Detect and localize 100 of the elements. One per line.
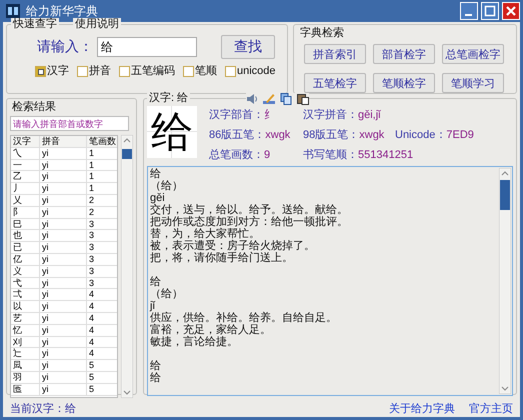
table-cell: 已 bbox=[11, 242, 40, 253]
table-cell-text: 5 bbox=[88, 372, 96, 383]
definition-line: 敏捷，言论给捷。 bbox=[150, 336, 239, 348]
checkbox[interactable] bbox=[225, 66, 236, 77]
search-mode-button[interactable]: 部首检字 bbox=[373, 44, 435, 64]
definition-line: 给 bbox=[150, 360, 162, 372]
table-cell-text: 1 bbox=[88, 148, 96, 159]
link[interactable]: 官方主页 bbox=[469, 400, 513, 416]
table-cell: 阝 bbox=[11, 206, 40, 218]
field-value: xwgk bbox=[359, 129, 384, 141]
field-label: 汉字拼音： bbox=[303, 109, 358, 121]
filter-field[interactable]: 请输入拼音部首或数字 bbox=[10, 116, 129, 131]
table-cell: yi bbox=[40, 230, 87, 242]
field-value: 纟 bbox=[264, 109, 275, 121]
table-cell: 刈 bbox=[11, 336, 40, 348]
table-cell: yi bbox=[40, 312, 87, 324]
table-cell-text: 4 bbox=[88, 289, 96, 300]
table-cell: yi bbox=[40, 384, 87, 395]
search-button[interactable]: 查找 bbox=[221, 35, 275, 59]
table-cell: 弌 bbox=[11, 289, 40, 300]
help-tab[interactable]: 使用说明 bbox=[73, 18, 121, 31]
table-cell: yi bbox=[40, 242, 87, 253]
table-cell: yi bbox=[40, 194, 87, 206]
group-title: 快速查字 bbox=[11, 18, 59, 31]
link[interactable]: 关于给力字典 bbox=[389, 400, 455, 416]
definition-text-area[interactable]: 给 （给） gěi 交付，送与，给以。给予。送给。献给。 把动作或态度加到对方：给他一顿批评。 替，为，给大家帮忙。 被，表示遭受：房子给火烧掉了。 把，将，请你随手给门送上。 给 （给） jǐ 供应，供给。补给。给养。自给自足。 富裕，充足，家给人足。 敏捷，言论给捷。 给 给 bbox=[147, 166, 513, 396]
checkbox-label: 汉字 bbox=[47, 65, 69, 78]
group-title: 字典检索 bbox=[298, 27, 346, 40]
table-cell-text: 3 bbox=[88, 266, 96, 277]
table-cell: 弋 bbox=[11, 278, 40, 288]
search-mode-button[interactable]: 笔顺学习 bbox=[442, 73, 504, 93]
table-cell-text: 2 bbox=[88, 194, 96, 206]
table-cell: 匜 bbox=[11, 384, 40, 395]
checkbox[interactable] bbox=[119, 66, 130, 77]
pencil-icon[interactable] bbox=[263, 92, 276, 104]
group-title: 检索结果 bbox=[10, 101, 58, 114]
table-cell-text: 4 bbox=[88, 301, 96, 312]
table-cell: yi bbox=[40, 301, 87, 312]
table-cell: yi bbox=[40, 266, 87, 277]
table-cell: yi bbox=[40, 372, 87, 383]
definition-line: 交付，送与，给以。给予。送给。献给。 bbox=[150, 204, 349, 216]
field-value: 551341251 bbox=[358, 149, 414, 161]
definition-line: （给） bbox=[150, 180, 184, 192]
table-cell: 辷 bbox=[11, 348, 40, 360]
input-field[interactable]: 给 bbox=[97, 37, 197, 57]
field-value: gěi,jǐ bbox=[358, 109, 381, 121]
definition-line: 把动作或态度加到对方：给他一顿批评。 bbox=[150, 216, 349, 228]
checkbox[interactable] bbox=[183, 66, 194, 77]
copy-icon[interactable] bbox=[280, 92, 292, 104]
minimize-icon[interactable] bbox=[460, 2, 478, 20]
field-value: 9 bbox=[264, 149, 270, 161]
search-mode-button[interactable]: 五笔检字 bbox=[304, 73, 366, 93]
table-cell-text: 2 bbox=[88, 206, 96, 218]
column-header[interactable]: 拼音 bbox=[40, 136, 87, 147]
maximize-icon[interactable] bbox=[481, 2, 499, 20]
table-cell-text: 3 bbox=[88, 218, 96, 230]
table-cell: 忆 bbox=[11, 324, 40, 336]
column-header[interactable]: 笔画数 bbox=[87, 136, 116, 147]
definition-line: 给 bbox=[150, 168, 161, 180]
checkbox-label: 五笔编码 bbox=[131, 65, 175, 78]
table-cell: yi bbox=[40, 348, 87, 360]
table-cell: yi bbox=[40, 206, 87, 218]
table-cell: 羽 bbox=[11, 372, 40, 383]
field-value: 7ED9 bbox=[446, 129, 474, 141]
speaker-icon[interactable] bbox=[246, 92, 258, 104]
search-mode-button[interactable]: 总笔画检字 bbox=[442, 44, 504, 64]
checkbox[interactable] bbox=[35, 66, 46, 77]
search-mode-button[interactable]: 拼音索引 bbox=[304, 44, 366, 64]
table-cell-text: 3 bbox=[88, 254, 96, 265]
column-header[interactable]: 汉字 bbox=[11, 136, 40, 147]
table-cell-text: 3 bbox=[88, 278, 96, 288]
table-cell: 以 bbox=[11, 301, 40, 312]
table-cell: yi bbox=[40, 289, 87, 300]
definition-line: 富裕，充足，家给人足。 bbox=[150, 324, 272, 336]
definition-line: 被，表示遭受：房子给火烧掉了。 bbox=[150, 240, 316, 252]
table-cell: 也 bbox=[11, 230, 40, 242]
table-cell: yi bbox=[40, 278, 87, 288]
table-cell: 凨 bbox=[11, 360, 40, 371]
definition-line: （给） bbox=[150, 288, 184, 300]
table-cell: 乙 bbox=[11, 171, 40, 182]
table-cell: 一 bbox=[11, 160, 40, 170]
table-cell-text: 5 bbox=[88, 360, 96, 371]
table-cell: 丿 bbox=[11, 183, 40, 194]
close-icon[interactable] bbox=[502, 2, 520, 20]
table-cell: yi bbox=[40, 218, 87, 230]
scrollbar[interactable] bbox=[499, 168, 511, 394]
definition-line: 给 bbox=[150, 276, 161, 288]
search-mode-button[interactable]: 笔顺检字 bbox=[373, 73, 435, 93]
table-cell: yi bbox=[40, 324, 87, 336]
table-cell-text: 4 bbox=[88, 312, 96, 324]
table-cell: 亿 bbox=[11, 254, 40, 265]
book-icon bbox=[6, 4, 20, 18]
table-cell: 巳 bbox=[11, 218, 40, 230]
current-character-label: 当前汉字：给 bbox=[10, 402, 76, 416]
table-cell-text: 3 bbox=[88, 230, 96, 242]
field-label: 汉字部首： bbox=[209, 109, 264, 121]
paste-icon[interactable] bbox=[297, 92, 310, 104]
checkbox[interactable] bbox=[77, 66, 88, 77]
definition-line: 供应，供给。补给。给养。自给自足。 bbox=[150, 312, 338, 324]
scrollbar[interactable] bbox=[121, 135, 133, 398]
